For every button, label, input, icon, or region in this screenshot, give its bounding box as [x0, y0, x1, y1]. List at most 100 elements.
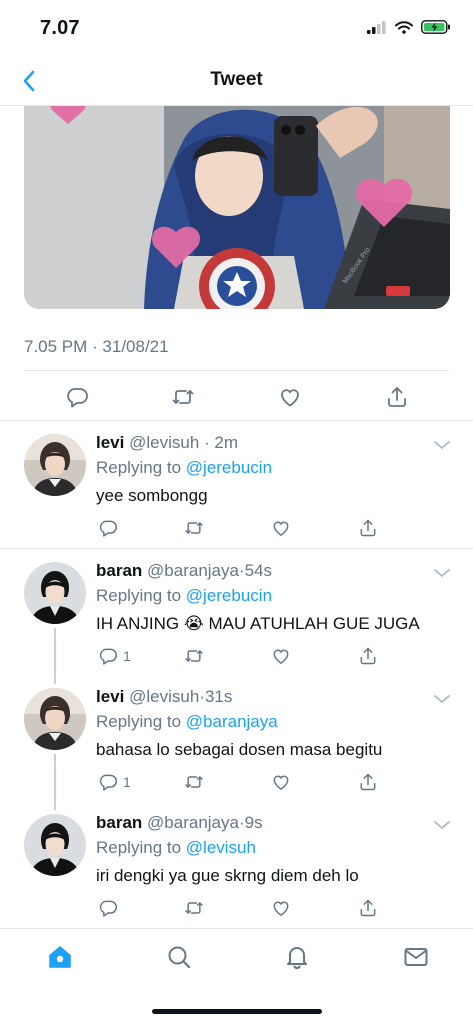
replying-prefix: Replying to — [96, 838, 186, 857]
replying-prefix: Replying to — [96, 586, 186, 605]
retweet-icon — [184, 772, 204, 792]
mention-link[interactable]: @jerebucin — [186, 458, 272, 477]
user-handle[interactable]: @levisuh — [129, 687, 199, 706]
status-bar: 7.07 — [0, 0, 473, 56]
user-handle[interactable]: @baranjaya — [147, 561, 239, 580]
time-separator: · — [199, 433, 215, 452]
speech-bubble-icon — [98, 646, 118, 666]
reply-text: bahasa lo sebagai dosen masa begitu — [96, 740, 383, 759]
tab-notifications[interactable] — [283, 943, 311, 971]
tab-messages[interactable] — [402, 943, 430, 971]
reply-button[interactable] — [64, 384, 90, 410]
home-icon — [49, 946, 71, 968]
reply-text: iri dengki ya gue skrng diem deh lo — [96, 866, 359, 885]
reply-time: 2m — [214, 433, 239, 452]
mention-link[interactable]: @baranjaya — [186, 712, 278, 731]
speech-bubble-icon — [98, 518, 118, 538]
page-title: Tweet — [210, 69, 263, 90]
display-name[interactable]: baran — [96, 813, 142, 832]
reply-time: 9s — [244, 813, 263, 832]
like-button[interactable] — [271, 645, 291, 667]
avatar[interactable] — [24, 688, 86, 750]
search-icon — [168, 946, 191, 969]
reply-header: baran @baranjaya·54s — [96, 561, 272, 581]
tab-home[interactable] — [46, 943, 74, 971]
reply-header: baran @baranjaya·9s — [96, 813, 263, 833]
share-icon — [358, 898, 378, 918]
avatar[interactable] — [24, 434, 86, 496]
avatar[interactable] — [24, 814, 86, 876]
reply-text-end: MAU ATUHLAH GUE JUGA — [203, 614, 420, 633]
replying-to: Replying to @jerebucin — [96, 586, 272, 606]
user-handle[interactable]: @baranjaya — [147, 813, 239, 832]
like-button[interactable] — [271, 897, 291, 919]
like-button[interactable] — [271, 771, 291, 793]
like-button[interactable] — [277, 384, 303, 410]
share-button[interactable] — [384, 384, 410, 410]
heart-icon — [271, 772, 291, 792]
share-icon — [358, 646, 378, 666]
tweet-media-image[interactable]: MacBook Pro — [24, 106, 450, 309]
retweet-icon — [184, 518, 204, 538]
reply-button[interactable] — [98, 517, 123, 539]
reply-count: 1 — [123, 774, 131, 790]
share-button[interactable] — [358, 645, 378, 667]
reply-item[interactable]: baran @baranjaya·54s Replying to @jerebu… — [0, 548, 473, 674]
reply-time: 54s — [244, 561, 273, 580]
retweet-button[interactable] — [184, 517, 204, 539]
retweet-button[interactable] — [170, 384, 196, 410]
share-button[interactable] — [358, 771, 378, 793]
reply-item[interactable]: levi @levisuh · 2m Replying to @jerebuci… — [0, 420, 473, 548]
user-handle[interactable]: @levisuh — [129, 433, 199, 452]
replying-prefix: Replying to — [96, 712, 186, 731]
nav-bar: Tweet — [0, 56, 473, 106]
share-button[interactable] — [358, 517, 378, 539]
reply-text: yee sombongg — [96, 486, 208, 505]
reply-button[interactable]: 1 — [98, 645, 131, 667]
heart-icon — [271, 646, 291, 666]
mention-link[interactable]: @levisuh — [186, 838, 256, 857]
share-icon — [358, 772, 378, 792]
tweet-timestamp: 7.05 PM · 31/08/21 — [24, 337, 169, 356]
retweet-button[interactable] — [184, 771, 204, 793]
reply-actions: 1 — [96, 645, 386, 669]
tweet-actions — [24, 378, 450, 416]
home-indicator — [152, 1009, 322, 1014]
chevron-down-icon[interactable] — [433, 819, 451, 831]
reply-item[interactable]: baran @baranjaya·9s Replying to @levisuh… — [0, 800, 473, 928]
tweet-photo: MacBook Pro — [24, 106, 450, 309]
reply-button[interactable] — [98, 897, 123, 919]
display-name[interactable]: baran — [96, 561, 142, 580]
chevron-down-icon[interactable] — [433, 439, 451, 451]
mail-icon — [404, 948, 428, 966]
reply-text: IH ANJING 😭 MAU ATUHLAH GUE JUGA — [96, 614, 420, 634]
display-name[interactable]: levi — [96, 687, 124, 706]
chevron-down-icon[interactable] — [433, 567, 451, 579]
reply-text-start: IH ANJING — [96, 614, 184, 633]
chevron-down-icon[interactable] — [433, 693, 451, 705]
reply-header: levi @levisuh · 2m — [96, 433, 238, 453]
tab-search[interactable] — [165, 943, 193, 971]
mention-link[interactable]: @jerebucin — [186, 586, 272, 605]
heart-icon — [271, 518, 291, 538]
like-button[interactable] — [271, 517, 291, 539]
heart-icon — [278, 385, 302, 409]
reply-item[interactable]: levi @levisuh·31s Replying to @baranjaya… — [0, 674, 473, 800]
share-button[interactable] — [358, 897, 378, 919]
signal-icon — [367, 20, 386, 34]
reply-actions — [96, 897, 386, 921]
battery-icon — [421, 20, 450, 34]
retweet-icon — [184, 646, 204, 666]
reply-button[interactable]: 1 — [98, 771, 131, 793]
display-name[interactable]: levi — [96, 433, 124, 452]
retweet-button[interactable] — [184, 645, 204, 667]
heart-icon — [271, 898, 291, 918]
replying-to: Replying to @baranjaya — [96, 712, 278, 732]
retweet-button[interactable] — [184, 897, 204, 919]
bell-icon — [287, 947, 307, 969]
replying-to: Replying to @jerebucin — [96, 458, 272, 478]
crying-emoji: 😭 — [183, 614, 204, 633]
speech-bubble-icon — [98, 772, 118, 792]
divider — [24, 370, 449, 371]
avatar[interactable] — [24, 562, 86, 624]
